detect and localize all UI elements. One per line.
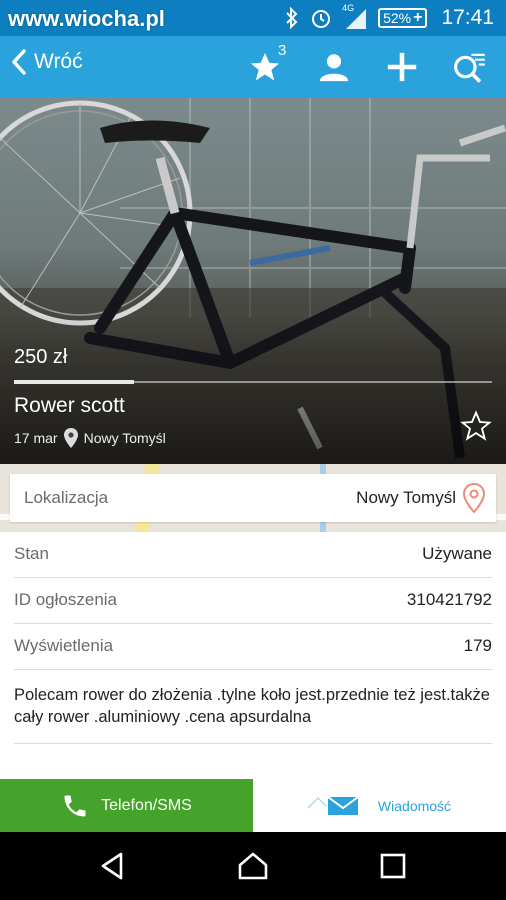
- envelope-icon: [307, 795, 359, 815]
- call-button[interactable]: Telefon/SMS: [0, 779, 253, 832]
- chevron-left-icon: [12, 49, 26, 75]
- detail-value: 179: [463, 636, 492, 655]
- detail-label: Stan: [14, 544, 49, 563]
- price: 250 zł: [14, 346, 68, 368]
- detail-row-views: Wyświetlenia 179: [14, 624, 492, 670]
- status-bar: www.wiocha.pl 4G 52% + 17:41: [0, 0, 506, 36]
- listing-description: Polecam rower do złożenia .tylne koło je…: [14, 684, 492, 744]
- listing-date: 17 mar: [14, 430, 58, 446]
- battery-level: 52%: [383, 10, 412, 26]
- phone-icon: [64, 795, 86, 816]
- location-label: Lokalizacja: [24, 488, 109, 507]
- battery-icon: 52% +: [378, 8, 428, 28]
- navigation-bar: [0, 832, 506, 900]
- listing-photo[interactable]: 250 zł Rower scott 17 mar Nowy Tomyśl: [0, 98, 506, 464]
- favorites-count: 3: [278, 42, 287, 59]
- app-bar: Wróć 3: [0, 36, 506, 98]
- listing-city: Nowy Tomyśl: [83, 430, 166, 446]
- watermark: www.wiocha.pl: [8, 6, 165, 31]
- message-button[interactable]: Wiadomość: [253, 779, 506, 832]
- gallery-progress-fill: [14, 380, 134, 384]
- detail-value: 310421792: [406, 590, 492, 609]
- recent-apps-icon[interactable]: [377, 850, 409, 882]
- star-outline-icon[interactable]: [460, 410, 492, 442]
- home-icon[interactable]: [237, 850, 269, 882]
- listing-meta: 17 mar Nowy Tomyśl: [14, 428, 166, 448]
- location-value: Nowy Tomyśl: [356, 488, 456, 507]
- back-button[interactable]: Wróć: [10, 48, 83, 76]
- detail-label: ID ogłoszenia: [14, 590, 118, 609]
- listing-title: Rower scott: [14, 394, 125, 417]
- detail-row-id: ID ogłoszenia 310421792: [14, 578, 492, 624]
- user-icon[interactable]: [317, 50, 351, 84]
- call-label: Telefon/SMS: [101, 796, 192, 814]
- status-icons: 4G 52% + 17:41: [284, 3, 494, 30]
- location-card[interactable]: Lokalizacja Nowy Tomyśl: [10, 474, 496, 522]
- detail-value: Używane: [422, 544, 492, 563]
- map-pin-icon: [462, 483, 486, 513]
- action-bar: Telefon/SMS Wiadomość: [0, 779, 506, 832]
- back-label: Wróć: [34, 50, 83, 73]
- star-icon: [250, 52, 280, 81]
- detail-row-condition: Stan Używane: [14, 532, 492, 578]
- back-triangle-icon[interactable]: [97, 850, 129, 882]
- gallery-progress: [14, 380, 492, 384]
- alarm-icon: [312, 10, 331, 28]
- detail-label: Wyświetlenia: [14, 636, 114, 655]
- favorites-button[interactable]: 3: [248, 42, 292, 88]
- location-pin-icon: [63, 428, 78, 448]
- signal-icon: 4G: [342, 3, 368, 29]
- search-icon[interactable]: [452, 50, 486, 84]
- bluetooth-icon: [286, 7, 298, 29]
- message-label: Wiadomość: [377, 797, 452, 814]
- clock: 17:41: [441, 6, 494, 29]
- charging-icon: +: [413, 9, 423, 26]
- plus-icon[interactable]: [385, 50, 419, 84]
